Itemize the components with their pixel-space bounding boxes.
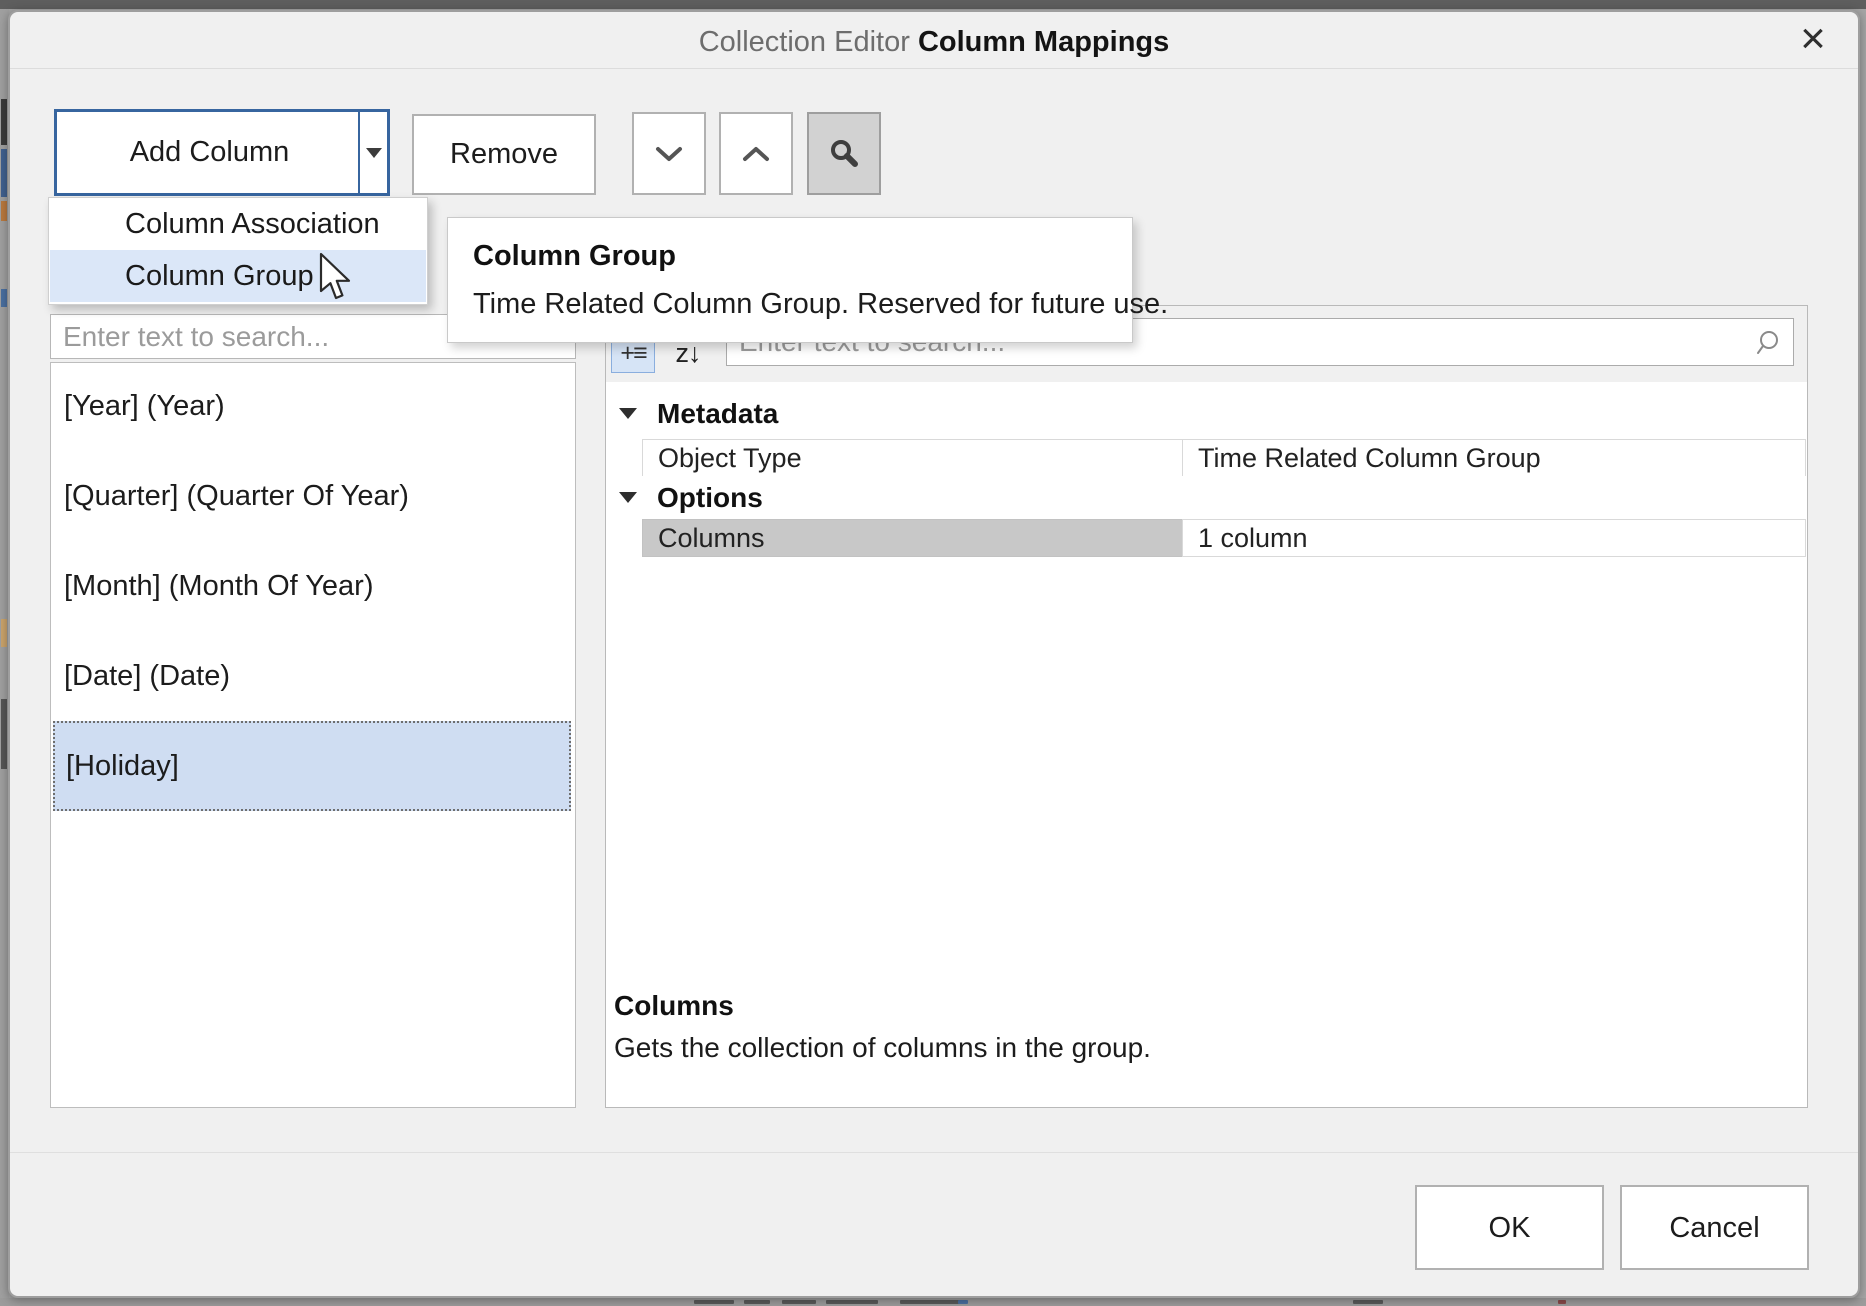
background-mark	[782, 1300, 816, 1304]
dialog-titlebar[interactable]: Collection Editor Column Mappings ×	[10, 12, 1858, 69]
chevron-down-icon	[655, 146, 683, 162]
background-app-top-edge	[0, 0, 1866, 9]
background-mark	[826, 1300, 878, 1304]
property-row-object-type: Object Type Time Related Column Group	[642, 439, 1806, 477]
background-app-bottom-edge	[0, 1298, 1866, 1306]
close-icon: ×	[1800, 14, 1826, 63]
background-mark	[1353, 1300, 1383, 1304]
background-mark	[958, 1300, 968, 1304]
tooltip-title: Column Group	[473, 240, 676, 273]
dialog-title: Collection Editor Column Mappings	[10, 12, 1858, 69]
background-mark	[694, 1300, 734, 1304]
menu-item-column-group[interactable]: Column Group	[50, 250, 426, 302]
dialog-title-prefix: Collection Editor	[699, 26, 918, 58]
add-dropdown-toggle[interactable]	[358, 112, 387, 193]
background-mark	[1558, 1300, 1566, 1304]
property-label-cell-selected[interactable]: Columns	[642, 519, 1183, 557]
move-down-button[interactable]	[632, 112, 706, 195]
cancel-button[interactable]: Cancel	[1620, 1185, 1809, 1270]
search-icon	[1753, 328, 1783, 358]
background-mark	[900, 1300, 960, 1304]
screen: Collection Editor Column Mappings × Add …	[0, 0, 1866, 1306]
background-speck	[1, 99, 7, 145]
property-row-columns: Columns 1 column	[642, 519, 1806, 557]
property-value-cell[interactable]: Time Related Column Group	[1182, 439, 1806, 477]
remove-button[interactable]: Remove	[412, 114, 596, 195]
list-item[interactable]: [Month] (Month Of Year)	[53, 541, 571, 631]
close-button[interactable]: ×	[1786, 14, 1840, 66]
search-toggle-button[interactable]	[807, 112, 881, 195]
footer-divider	[10, 1152, 1858, 1153]
ok-button[interactable]: OK	[1415, 1185, 1604, 1270]
background-speck	[1, 289, 7, 307]
property-grid-panel: +≡ z↓ Metadata Object Type Time Related …	[605, 305, 1808, 1108]
category-row-metadata[interactable]: Metadata	[606, 392, 1807, 436]
list-item-selected[interactable]: [Holiday]	[53, 721, 571, 811]
list-item[interactable]: [Date] (Date)	[53, 631, 571, 721]
column-list: [Year] (Year) [Quarter] (Quarter Of Year…	[50, 362, 576, 1108]
move-up-button[interactable]	[719, 112, 793, 195]
background-speck	[1, 201, 7, 221]
background-speck	[1, 149, 7, 197]
property-description-title: Columns	[614, 990, 734, 1022]
list-item[interactable]: [Year] (Year)	[53, 361, 571, 451]
add-column-association-split-button: Add Column Association	[54, 109, 390, 196]
search-icon	[827, 137, 861, 171]
property-description-body: Gets the collection of columns in the gr…	[614, 1032, 1151, 1064]
category-name: Metadata	[657, 392, 778, 436]
dropdown-arrow-icon	[366, 148, 382, 158]
category-name: Options	[657, 476, 763, 520]
dialog-title-name: Column Mappings	[918, 26, 1169, 58]
background-speck	[1, 619, 7, 647]
tooltip-body: Time Related Column Group. Reserved for …	[473, 288, 1168, 321]
property-label-cell[interactable]: Object Type	[642, 439, 1183, 477]
mouse-cursor-icon	[318, 252, 352, 300]
collapse-triangle-icon[interactable]	[619, 492, 637, 503]
chevron-up-icon	[742, 146, 770, 162]
background-speck	[1, 699, 7, 769]
list-item[interactable]: [Quarter] (Quarter Of Year)	[53, 451, 571, 541]
background-mark	[744, 1300, 770, 1304]
collapse-triangle-icon[interactable]	[619, 408, 637, 419]
category-row-options[interactable]: Options	[606, 476, 1807, 520]
column-group-tooltip: Column Group Time Related Column Group. …	[447, 217, 1133, 343]
menu-item-column-association[interactable]: Column Association	[50, 198, 426, 250]
property-value-cell[interactable]: 1 column	[1182, 519, 1806, 557]
add-dropdown-menu: Column Association Column Group	[48, 197, 428, 305]
add-column-association-button[interactable]: Add Column Association	[57, 112, 362, 193]
